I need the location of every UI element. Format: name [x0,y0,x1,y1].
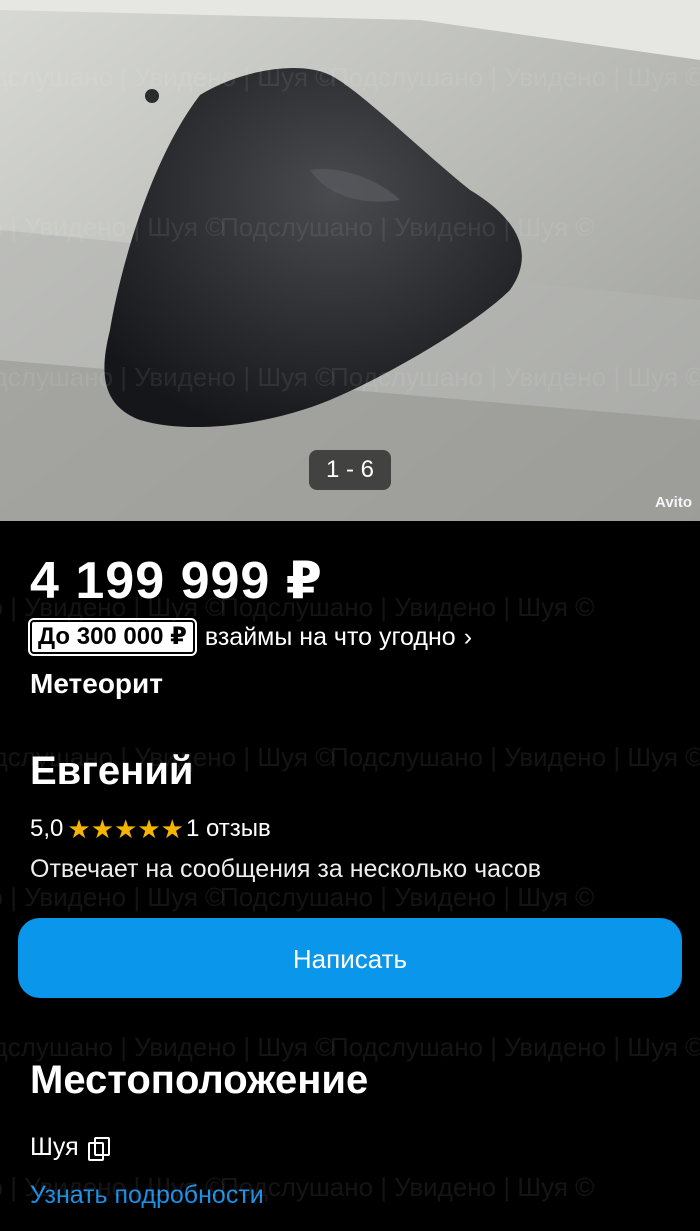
listing-details: 4 199 999 ₽ До 300 000 ₽ взаймы на что у… [0,521,700,1231]
location-details-link[interactable]: Узнать подробности [30,1181,264,1210]
star-icon: ★ [137,814,161,844]
city-name: Шуя [30,1133,79,1161]
chevron-right-icon: › [463,622,473,651]
write-message-button[interactable]: Написать [18,918,682,998]
location-heading: Местоположение [30,1058,369,1102]
seller-rating[interactable]: 5,0 ★ ★ ★ ★ ★ 1 отзыв [30,815,271,843]
location-city: Шуя [30,1133,110,1162]
avito-watermark: Avito [655,494,692,511]
price: 4 199 999 ₽ [30,552,323,610]
copy-icon[interactable] [87,1136,110,1161]
star-icon: ★ [90,814,114,844]
photo-counter: 1 - 6 [309,450,391,490]
rating-value: 5,0 [30,815,64,842]
loan-text: взаймы на что угодно [204,622,456,651]
seller-name[interactable]: Евгений [30,749,194,794]
reply-time: Отвечает на сообщения за несколько часов [30,855,542,883]
review-count: 1 отзыв [185,815,271,842]
rating-stars: ★ ★ ★ ★ ★ [67,816,184,842]
star-icon: ★ [114,814,138,844]
meteorite-image [0,0,700,521]
listing-title: Метеорит [30,668,163,699]
star-icon: ★ [160,814,184,844]
star-icon: ★ [67,814,91,844]
loan-offer[interactable]: До 300 000 ₽ взаймы на что угодно › [30,620,472,654]
loan-badge: До 300 000 ₽ [30,620,195,654]
listing-photo[interactable]: 1 - 6 Avito [0,0,700,521]
